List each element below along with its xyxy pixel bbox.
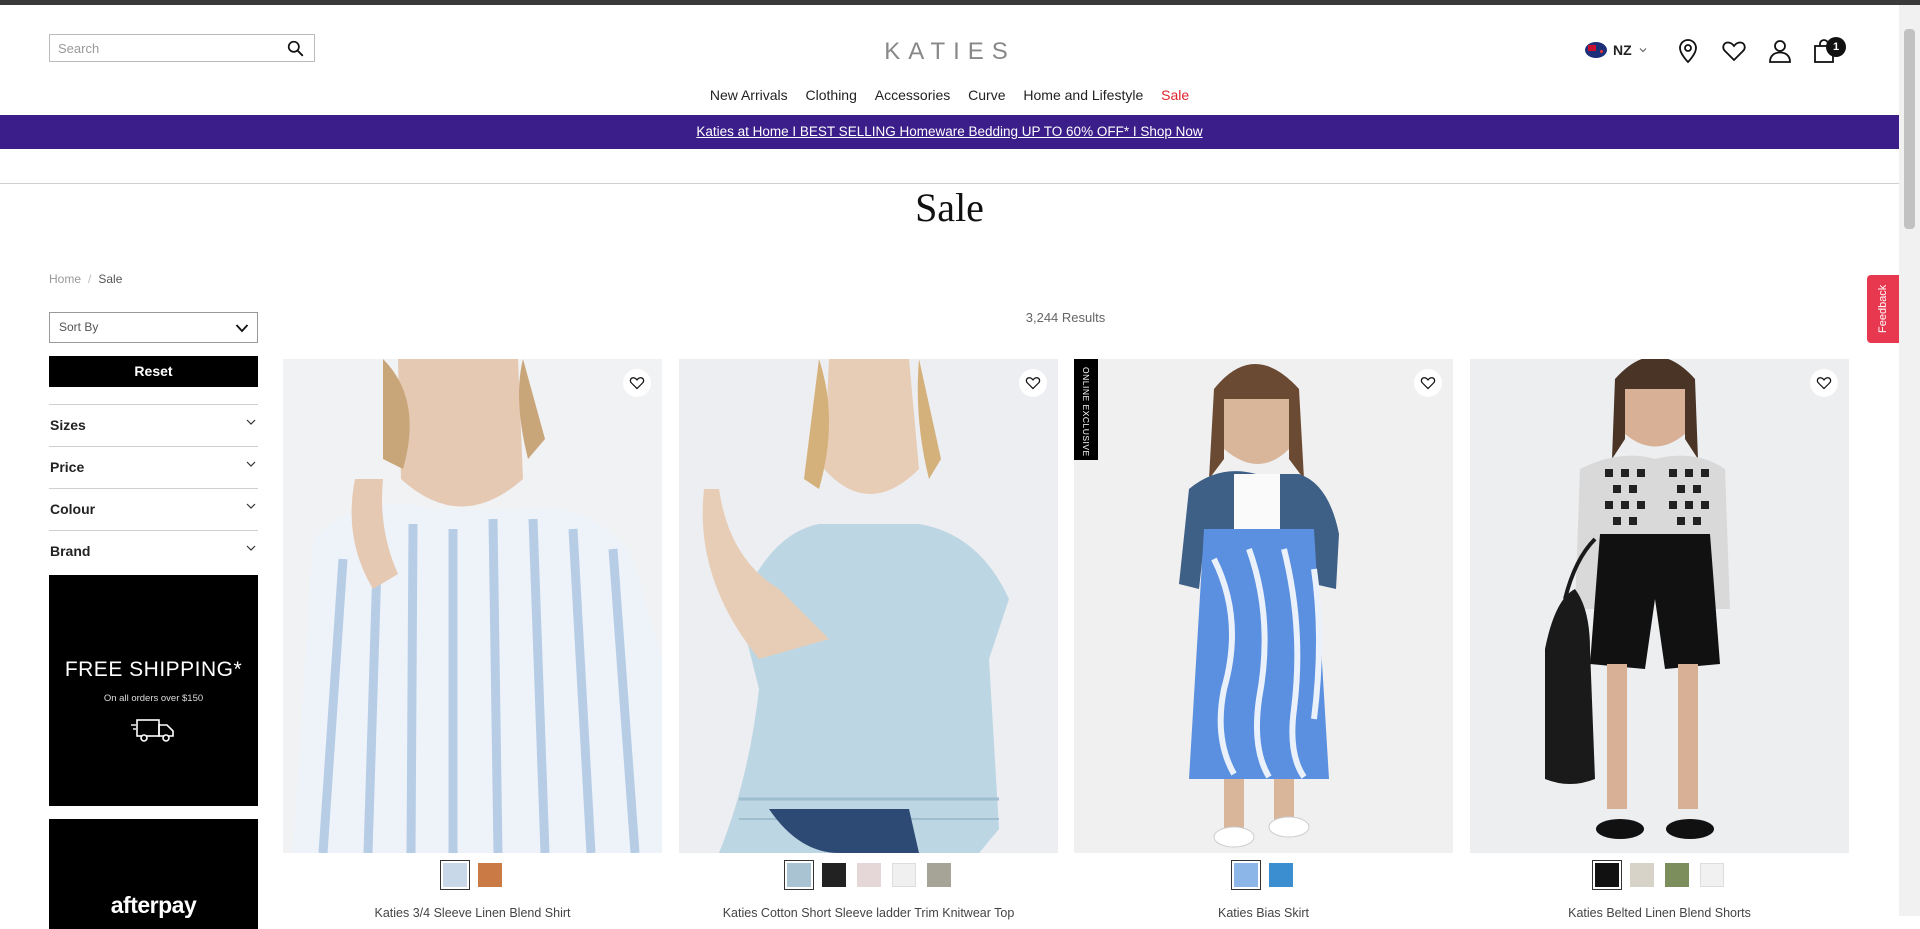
heart-icon [629,377,645,390]
colour-swatches [1074,860,1453,890]
add-to-wishlist-button[interactable] [1810,369,1838,397]
product-name[interactable]: Katies 3/4 Sleeve Linen Blend Shirt [283,906,662,920]
colour-swatch[interactable] [440,860,470,890]
account-user-icon[interactable] [1767,38,1793,64]
add-to-wishlist-button[interactable] [1019,369,1047,397]
colour-swatch[interactable] [783,860,814,890]
filter-label: Brand [50,543,91,559]
delivery-truck-icon [131,719,174,742]
colour-swatch[interactable] [478,863,502,887]
chevron-down-icon [246,419,256,425]
main-nav: New Arrivals Clothing Accessories Curve … [0,87,1899,103]
chevron-down-icon [235,324,249,333]
add-to-wishlist-button[interactable] [1414,369,1442,397]
nav-sale[interactable]: Sale [1161,87,1189,103]
breadcrumb-current: Sale [98,272,123,286]
colour-swatch[interactable] [891,863,916,887]
product-name[interactable]: Katies Belted Linen Blend Shorts [1470,906,1849,920]
product-image[interactable] [679,359,1058,853]
wishlist-heart-icon[interactable] [1721,38,1747,64]
chevron-down-icon [246,545,256,551]
filter-brand[interactable]: Brand [49,530,258,572]
chevron-down-icon [246,461,256,467]
nav-new-arrivals[interactable]: New Arrivals [710,87,788,103]
heart-icon [1025,377,1041,390]
product-name[interactable]: Katies Bias Skirt [1074,906,1453,920]
breadcrumb: Home / Sale [49,272,122,286]
product-card: ONLINE EXCLUSIVE Katies Bias Skirt [1074,359,1453,920]
scrollbar-thumb[interactable] [1904,29,1915,229]
shipping-subtitle: On all orders over $150 [103,693,204,704]
nav-home-and-lifestyle[interactable]: Home and Lifestyle [1023,87,1143,103]
nav-curve[interactable]: Curve [968,87,1005,103]
heart-icon [1420,377,1436,390]
filter-label: Price [50,459,85,475]
site-header: KATIES NZ 1 New Arrivals Clothing Access… [0,5,1899,115]
sort-by-select[interactable]: Sort By [49,312,258,343]
chevron-down-icon [246,503,256,509]
filter-label: Colour [50,501,96,517]
promo-link[interactable]: Katies at Home I BEST SELLING Homeware B… [696,124,1202,139]
colour-swatch[interactable] [1592,860,1622,890]
nav-accessories[interactable]: Accessories [875,87,950,103]
colour-swatch[interactable] [1630,863,1654,887]
product-name[interactable]: Katies Cotton Short Sleeve ladder Trim K… [679,906,1058,920]
promo-banner: Katies at Home I BEST SELLING Homeware B… [0,115,1899,149]
filter-price[interactable]: Price [49,446,258,488]
breadcrumb-home[interactable]: Home [49,272,81,286]
page-scrollbar[interactable] [1899,5,1920,916]
product-image[interactable]: ONLINE EXCLUSIVE [1074,359,1453,853]
locale-selector[interactable]: NZ [1585,35,1648,65]
feedback-tab[interactable]: Feedback [1867,275,1899,343]
chevron-down-icon [1639,48,1647,53]
colour-swatch[interactable] [856,863,881,887]
filter-label: Sizes [50,417,86,433]
afterpay-logo: afterpay [110,892,197,918]
nz-flag-icon [1585,42,1607,58]
nav-clothing[interactable]: Clothing [806,87,857,103]
colour-swatch[interactable] [1269,863,1293,887]
colour-swatch[interactable] [821,863,846,887]
heart-icon [1816,377,1832,390]
page-title: Sale [915,185,984,230]
brand-logo[interactable]: KATIES [850,38,1050,66]
locale-code: NZ [1613,42,1632,58]
sort-by-label: Sort By [59,320,99,334]
results-count: 3,244 Results [1025,310,1106,325]
free-shipping-banner[interactable]: FREE SHIPPING* On all orders over $150 [49,575,258,806]
search-icon[interactable] [287,40,304,57]
search-box[interactable] [49,34,315,62]
filter-colour[interactable]: Colour [49,488,258,530]
add-to-wishlist-button[interactable] [623,369,651,397]
afterpay-banner[interactable]: afterpay [49,819,258,929]
shipping-title: FREE SHIPPING* [64,658,243,681]
store-locator-icon[interactable] [1675,38,1701,64]
product-card: Katies Belted Linen Blend Shorts [1470,359,1849,920]
reset-button[interactable]: Reset [49,356,258,387]
product-image[interactable] [1470,359,1849,853]
search-input[interactable] [58,39,278,57]
bag-count-badge: 1 [1826,37,1846,57]
filter-list: Sizes Price Colour Brand [49,404,258,572]
filter-sizes[interactable]: Sizes [49,404,258,446]
colour-swatches [1470,860,1849,890]
colour-swatches [283,860,662,890]
online-exclusive-badge: ONLINE EXCLUSIVE [1074,359,1098,460]
colour-swatches [679,860,1058,890]
breadcrumb-separator: / [88,272,92,286]
colour-swatch[interactable] [926,863,951,887]
colour-swatch[interactable] [1700,863,1724,887]
product-card: Katies Cotton Short Sleeve ladder Trim K… [679,359,1058,920]
colour-swatch[interactable] [1231,860,1261,890]
colour-swatch[interactable] [1665,863,1689,887]
product-card: Katies 3/4 Sleeve Linen Blend Shirt [283,359,662,920]
product-image[interactable] [283,359,662,853]
